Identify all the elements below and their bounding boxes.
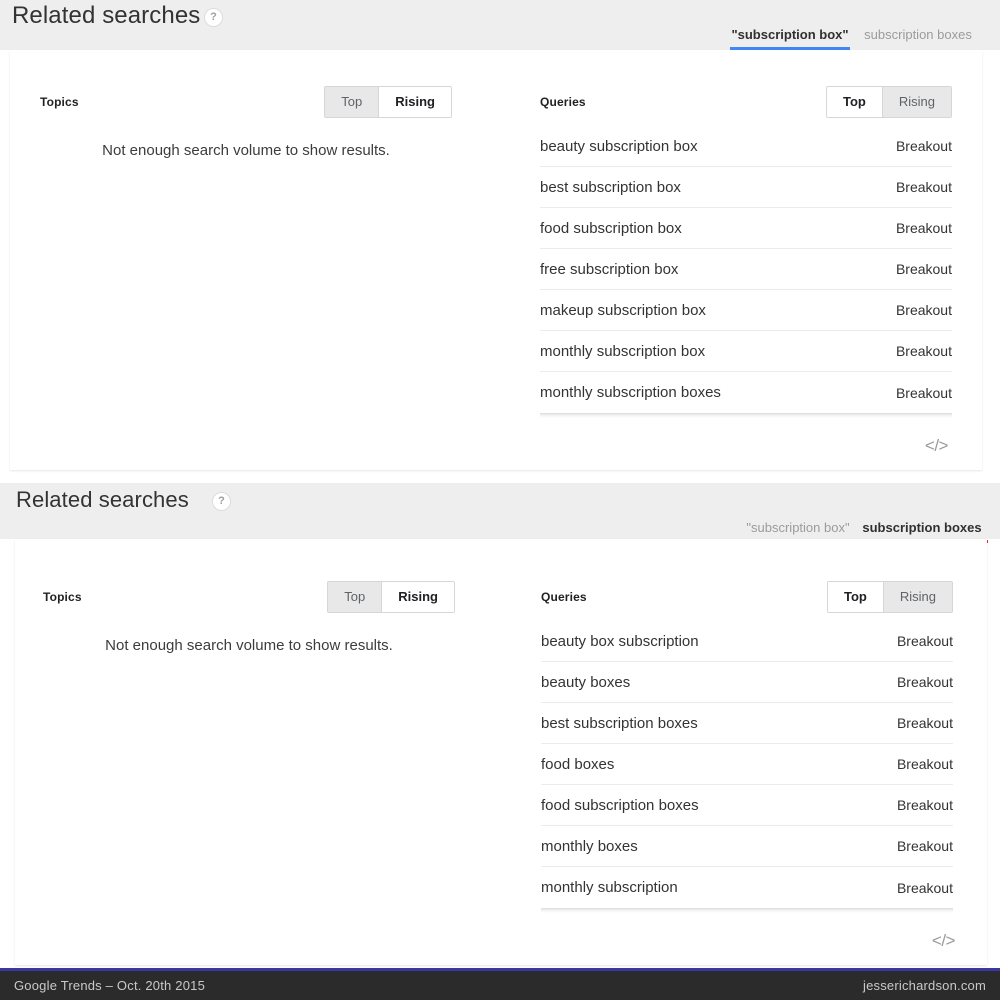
tab-label: "subscription box" [746, 520, 850, 535]
topics-top-rising-toggle: Top Rising [324, 86, 452, 118]
list-scroll-shadow [540, 413, 952, 418]
topics-top-button[interactable]: Top [325, 87, 379, 117]
query-term: food boxes [541, 755, 615, 773]
query-term: best subscription box [540, 178, 681, 196]
query-value: Breakout [895, 343, 952, 359]
panel-1-term-tabs: "subscription box" subscription boxes [730, 14, 986, 50]
queries-top-rising-toggle: Top Rising [827, 581, 953, 613]
table-row[interactable]: best subscription box Breakout [540, 167, 952, 208]
query-term: monthly subscription [541, 879, 678, 896]
embed-code-icon[interactable]: </> [932, 931, 956, 951]
queries-column-header: Queries Top Rising [541, 581, 953, 613]
topics-top-rising-toggle: Top Rising [327, 581, 455, 613]
query-term: best subscription boxes [541, 714, 698, 732]
embed-code-icon[interactable]: </> [925, 436, 949, 456]
query-value: Breakout [895, 384, 952, 401]
topics-empty-message: Not enough search volume to show results… [105, 637, 393, 654]
query-value: Breakout [895, 138, 952, 154]
panel-1-topics-column: Topics Top Rising Not enough search volu… [40, 86, 452, 159]
query-value: Breakout [895, 302, 952, 318]
query-term: beauty boxes [541, 673, 631, 691]
panel-2-topics-column: Topics Top Rising Not enough search volu… [43, 581, 455, 654]
screenshot-root: Related searches ? "subscription box" su… [0, 0, 1000, 1000]
panel-1-queries-column: Queries Top Rising beauty subscription b… [540, 86, 952, 418]
panel-2-term-tabs: "subscription box" subscription boxes [740, 509, 988, 543]
topics-column-header: Topics Top Rising [43, 581, 455, 613]
query-term: food subscription boxes [541, 796, 699, 814]
tab-subscription-boxes[interactable]: subscription boxes [850, 27, 986, 50]
topics-column-header: Topics Top Rising [40, 86, 452, 118]
topics-top-button[interactable]: Top [328, 582, 382, 612]
page-title: Related searches [12, 2, 201, 29]
queries-top-button[interactable]: Top [828, 582, 883, 612]
table-row[interactable]: food subscription box Breakout [540, 208, 952, 249]
table-row[interactable]: beauty subscription box Breakout [540, 126, 952, 167]
table-row[interactable]: monthly boxes Breakout [541, 826, 953, 867]
footer-source-label: Google Trends – Oct. 20th 2015 [14, 978, 206, 993]
query-term: free subscription box [540, 260, 679, 278]
queries-rising-button[interactable]: Rising [882, 582, 952, 612]
table-row[interactable]: beauty box subscription Breakout [541, 621, 953, 662]
query-value: Breakout [895, 261, 952, 277]
table-row[interactable]: monthly subscription Breakout [541, 867, 953, 908]
query-value: Breakout [896, 674, 953, 690]
query-value: Breakout [896, 879, 953, 896]
help-icon[interactable]: ? [204, 8, 223, 27]
table-row[interactable]: free subscription box Breakout [540, 249, 952, 290]
tab-label: subscription boxes [862, 520, 982, 535]
topics-rising-button[interactable]: Rising [381, 582, 454, 612]
list-scroll-shadow [541, 908, 953, 913]
queries-column-header: Queries Top Rising [540, 86, 952, 118]
query-term: makeup subscription box [540, 301, 706, 319]
query-term: monthly subscription boxes [540, 384, 721, 401]
table-row[interactable]: beauty boxes Breakout [541, 662, 953, 703]
table-row[interactable]: best subscription boxes Breakout [541, 703, 953, 744]
panel-1-query-list: beauty subscription box Breakout best subs… [540, 126, 952, 413]
page-title: Related searches [16, 487, 189, 512]
query-value: Breakout [895, 220, 952, 236]
panel-2-card: Topics Top Rising Not enough search volu… [15, 539, 987, 965]
queries-title: Queries [541, 590, 587, 604]
query-term: beauty subscription box [540, 137, 698, 155]
queries-top-button[interactable]: Top [827, 87, 882, 117]
topics-title: Topics [43, 590, 82, 604]
topics-empty-message: Not enough search volume to show results… [102, 142, 390, 159]
queries-rising-button[interactable]: Rising [881, 87, 951, 117]
panel-1-card: Topics Top Rising Not enough search volu… [10, 50, 982, 470]
tab-label: subscription boxes [864, 27, 972, 42]
table-row[interactable]: monthly subscription box Breakout [540, 331, 952, 372]
table-row[interactable]: makeup subscription box Breakout [540, 290, 952, 331]
table-row[interactable]: food boxes Breakout [541, 744, 953, 785]
query-term: food subscription box [540, 219, 682, 237]
query-value: Breakout [896, 797, 953, 813]
query-value: Breakout [896, 633, 953, 649]
panel-2-queries-column: Queries Top Rising beauty box subscripti… [541, 581, 953, 913]
tab-subscription-box-quoted[interactable]: "subscription box" [730, 27, 850, 50]
panel-2-query-list: beauty box subscription Breakout beauty bo… [541, 621, 953, 908]
queries-title: Queries [540, 95, 586, 109]
query-value: Breakout [896, 715, 953, 731]
tab-label: "subscription box" [731, 27, 849, 42]
query-value: Breakout [895, 179, 952, 195]
queries-top-rising-toggle: Top Rising [826, 86, 952, 118]
query-term: monthly boxes [541, 837, 638, 855]
table-row[interactable]: monthly subscription boxes Breakout [540, 372, 952, 413]
footer-attribution-label: jesserichardson.com [862, 978, 986, 993]
table-row[interactable]: food subscription boxes Breakout [541, 785, 953, 826]
query-value: Breakout [896, 756, 953, 772]
query-term: monthly subscription box [540, 342, 706, 360]
topics-rising-button[interactable]: Rising [378, 87, 451, 117]
query-term: beauty box subscription [541, 632, 699, 650]
footer-bar: Google Trends – Oct. 20th 2015 jesserich… [0, 968, 1000, 1000]
help-icon[interactable]: ? [212, 492, 231, 511]
topics-title: Topics [40, 95, 79, 109]
query-value: Breakout [896, 838, 953, 854]
